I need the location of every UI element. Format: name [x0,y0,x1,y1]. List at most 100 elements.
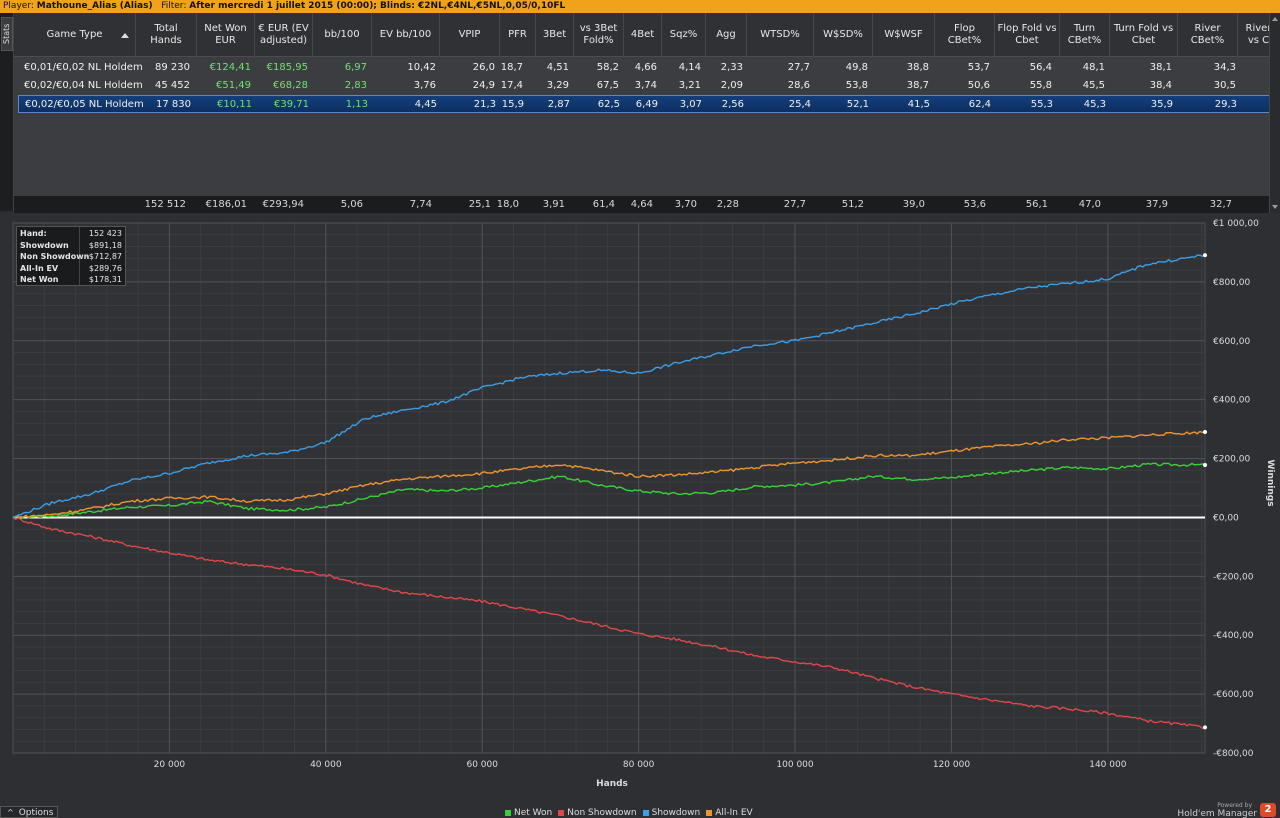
info-row: All-In EV $289,76 [17,263,125,275]
table-cell: 53,8 [845,80,868,91]
table-cell: 56,1 [1025,199,1048,210]
column-header[interactable]: Game Type [14,13,136,57]
column-header[interactable]: Turn Fold vs Cbet [1110,13,1178,57]
table-cell: 38,4 [1149,80,1172,91]
legend-swatch [558,809,565,816]
table-cell: 27,7 [787,62,810,73]
table-cell: 49,8 [845,62,868,73]
column-header[interactable]: 4Bet [624,13,662,57]
table-cell: €124,41 [209,62,251,73]
column-header[interactable]: 3Bet [536,13,574,57]
chart-legend: Net Won Non Showdown Showdown All-In EV [505,808,759,818]
series-end-point [1203,725,1207,730]
x-tick-label: 60 000 [466,760,498,770]
table-cell: 38,1 [1149,62,1172,73]
column-header[interactable]: € EUR (EV adjusted) [255,13,313,57]
player-label: Player: [3,1,34,11]
stats-side-tab[interactable]: Stats [1,17,13,51]
table-cell: 2,56 [721,99,744,110]
column-header[interactable]: W$SD% [814,13,873,57]
column-header[interactable]: VPIP [440,13,500,57]
brand-badge: 2 [1260,803,1276,817]
table-cell: 28,6 [787,80,810,91]
table-cell: 2,33 [720,62,743,73]
table-cell: 37,9 [1145,199,1168,210]
table-cell: 53,6 [963,199,986,210]
legend-swatch [706,809,713,816]
scroll-down-icon[interactable] [1272,205,1278,209]
table-cell: 29,3 [1214,99,1237,110]
info-key: Non Showdown [20,252,90,261]
table-scrollbar[interactable] [1269,13,1280,213]
y-tick-label: -€600,00 [1213,690,1254,700]
column-header[interactable]: WTSD% [747,13,814,57]
table-cell: €68,28 [273,80,308,91]
table-cell: €293,94 [262,199,304,210]
table-row[interactable]: €0,01/€0,02 NL Holdem 89 230 €124,41 €185,9… [18,59,1280,77]
table-cell: 17 830 [156,99,191,110]
column-header[interactable]: Turn CBet% [1060,13,1110,57]
column-header[interactable]: River CBet% [1178,13,1238,57]
column-header[interactable]: EV bb/100 [372,13,440,57]
info-value: -$712,87 [86,252,122,261]
winnings-chart[interactable]: 20 000 40 000 60 000 80 000 100 000 120 000 14… [0,213,1280,808]
scroll-up-icon[interactable] [1272,17,1278,21]
column-header[interactable]: W$WSF [873,13,935,57]
table-cell: 45,3 [1083,99,1106,110]
table-cell: 30,5 [1213,80,1236,91]
column-header[interactable]: Total Hands [136,13,197,57]
column-header[interactable]: bb/100 [313,13,372,57]
chevron-up-icon: ^ [7,808,14,817]
y-tick-label: -€200,00 [1213,572,1254,582]
legend-swatch [505,809,511,816]
filter-value[interactable]: After mercredi 1 juillet 2015 (00:00); B… [189,1,565,11]
y-tick-label: €200,00 [1213,455,1250,465]
info-value: $891,18 [88,240,122,250]
column-header[interactable]: PFR [500,13,536,57]
table-cell: 45 452 [155,80,190,91]
legend-item[interactable]: All-In EV [706,808,753,818]
table-cell: 45,5 [1082,80,1105,91]
plot-background [12,222,1206,754]
player-value[interactable]: Mathoune_Alias (Alias) [37,1,153,11]
legend-swatch [642,809,649,816]
x-tick-label: 100 000 [776,760,813,770]
table-cell: €10,11 [217,99,252,110]
table-cell: €186,01 [205,199,247,210]
info-value: 152 423 [88,229,122,238]
table-cell: 53,7 [967,62,990,73]
table-cell: 62,4 [968,99,991,110]
table-cell: €185,95 [266,62,308,73]
legend-label: All-In EV [715,808,753,818]
info-row: Hand: 152 423 [17,228,125,240]
chart-info-box: Hand: 152 423 Showdown $891,18 Non Showdown -… [16,226,126,286]
column-header[interactable]: Sqz% [662,13,706,57]
column-header[interactable]: vs 3Bet Fold% [574,13,624,57]
column-header[interactable]: Net Won EUR [197,13,255,57]
x-axis-label: Hands [596,779,628,789]
table-row[interactable]: €0,02/€0,04 NL Holdem 45 452 €51,49 €68,28 2… [18,77,1280,95]
column-header[interactable]: Flop Fold vs Cbet [995,13,1060,57]
options-button[interactable]: ^ Options [0,806,58,818]
column-header[interactable]: Flop CBet% [935,13,995,57]
table-cell: 56,4 [1029,62,1052,73]
info-key: Hand: [20,229,47,238]
legend-item[interactable]: Non Showdown [558,808,637,818]
table-cell: 7,74 [409,199,432,210]
y-tick-label: €1 000,00 [1213,219,1259,229]
table-row[interactable]: €0,02/€0,05 NL Holdem 17 830 €10,11 €39,71 1… [18,95,1280,113]
table-cell: €0,02/€0,04 NL Holdem [24,80,143,91]
y-tick-label: -€800,00 [1213,749,1254,759]
table-cell: 55,8 [1029,80,1052,91]
table-cell: 6,97 [344,62,367,73]
legend-label: Showdown [651,808,701,818]
table-cell: 2,09 [720,80,743,91]
table-cell: 10,42 [407,62,436,73]
y-tick-label: €400,00 [1213,396,1250,406]
table-cell: €0,01/€0,02 NL Holdem [24,62,143,73]
legend-item[interactable]: Showdown [642,808,701,818]
x-tick-label: 120 000 [933,760,970,770]
legend-item[interactable]: Net Won [505,808,552,818]
app-window: Player: Mathoune_Alias (Alias) Filter: A… [0,0,1280,818]
column-header[interactable]: Agg [706,13,747,57]
